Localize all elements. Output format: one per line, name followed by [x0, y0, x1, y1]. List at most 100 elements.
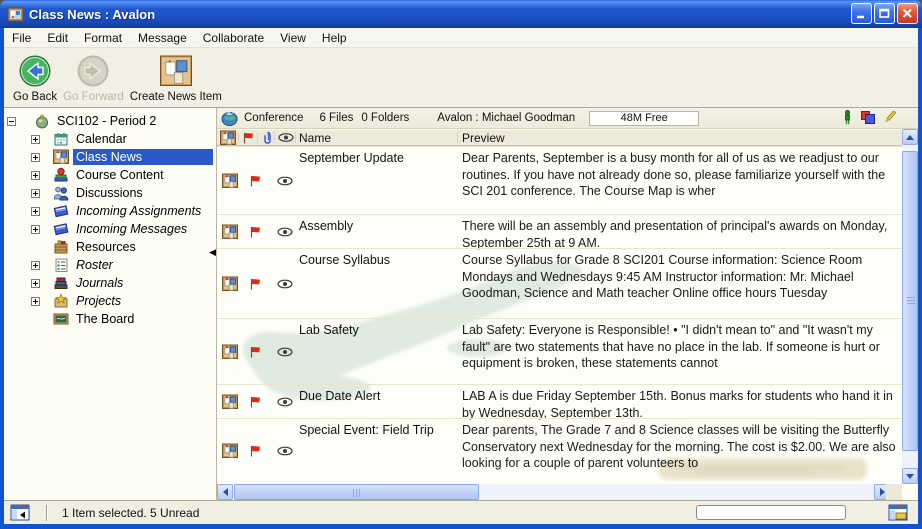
menu-file[interactable]: File: [4, 28, 39, 48]
expand-icon[interactable]: [31, 297, 40, 306]
scroll-down-icon[interactable]: [902, 468, 918, 484]
sidebar-item-calendar[interactable]: Calendar: [4, 130, 216, 148]
conference-server-user: Avalon : Michael Goodman: [437, 112, 575, 124]
expand-icon[interactable]: [31, 153, 40, 162]
news-row-lab-safety[interactable]: Lab SafetyLab Safety: Everyone is Respon…: [217, 318, 902, 384]
expand-icon[interactable]: [31, 261, 40, 270]
menu-message[interactable]: Message: [130, 28, 195, 48]
news-item-preview: Dear Parents, September is a busy month …: [462, 150, 898, 200]
app-window: Class News : Avalon FileEditFormatMessag…: [0, 0, 922, 529]
sidebar-item-resources[interactable]: Resources: [4, 238, 216, 256]
close-button[interactable]: [897, 3, 918, 24]
news-item-preview: There will be an assembly and presentati…: [462, 218, 898, 251]
scroll-up-icon[interactable]: [902, 129, 918, 145]
calendar-icon: [53, 131, 69, 147]
conference-folders-count: 0 Folders: [361, 112, 409, 124]
go-back-icon: [17, 52, 53, 90]
resources-icon: [53, 239, 69, 255]
sidebar-item-label: SCI102 - Period 2: [54, 113, 159, 129]
panel-toggle-icon[interactable]: [10, 504, 32, 521]
sidebar-item-label: Discussions: [73, 185, 146, 201]
column-name[interactable]: Name: [299, 130, 331, 145]
status-bar: 1 Item selected. 5 Unread: [4, 500, 918, 524]
menu-view[interactable]: View: [272, 28, 314, 48]
minimize-button[interactable]: [851, 3, 872, 24]
list-column-header: Name Preview: [217, 129, 902, 146]
menu-help[interactable]: Help: [314, 28, 355, 48]
scrollbar-corner: [886, 484, 902, 500]
status-divider: [46, 505, 48, 521]
vertical-scroll-thumb[interactable]: [902, 151, 918, 451]
news-item-icon[interactable]: [220, 130, 236, 145]
eye-icon: [277, 176, 293, 185]
free-space-indicator: 48M Free: [589, 111, 699, 126]
scroll-left-icon[interactable]: [217, 484, 233, 500]
horizontal-scrollbar[interactable]: [217, 484, 890, 500]
pencil-icon[interactable]: [884, 111, 896, 124]
sidebar-item-class-news[interactable]: Class News: [4, 148, 216, 166]
window-title: Class News : Avalon: [29, 7, 155, 22]
news-row-course-syllabus[interactable]: Course SyllabusCourse Syllabus for Grade…: [217, 248, 902, 318]
sidebar-item-label: The Board: [73, 311, 137, 327]
expander-spacer: [31, 243, 40, 252]
incoming-icon: [53, 203, 69, 219]
news-row-assembly[interactable]: AssemblyThere will be an assembly and pr…: [217, 214, 902, 248]
flag-icon[interactable]: [243, 130, 254, 145]
sidebar: SCI102 - Period 2 CalendarClass NewsCours…: [4, 108, 217, 500]
flag-icon: [250, 445, 261, 457]
expand-icon[interactable]: [31, 135, 40, 144]
layout-toggle-icon[interactable]: [888, 504, 910, 521]
sidebar-item-discussions[interactable]: Discussions: [4, 184, 216, 202]
news-row-september-update[interactable]: September Update Dear Parents, September …: [217, 146, 902, 214]
squares-icon[interactable]: [861, 111, 875, 124]
sidebar-item-incoming-messages[interactable]: Incoming Messages: [4, 220, 216, 238]
news-row-special-event-field-trip[interactable]: Special Event: Field TripDear parents, T…: [217, 418, 902, 483]
news-item-icon: [222, 173, 238, 189]
sidebar-item-sci102-period-2[interactable]: SCI102 - Period 2: [4, 112, 216, 130]
collapse-icon[interactable]: [7, 117, 16, 126]
splitter-collapse-icon[interactable]: ◀: [209, 248, 216, 257]
expand-icon[interactable]: [31, 279, 40, 288]
news-row-due-date-alert[interactable]: Due Date AlertLAB A is due Friday Septem…: [217, 384, 902, 418]
conference-files-count: 6 Files: [319, 112, 353, 124]
discussions-icon: [53, 185, 69, 201]
sidebar-item-label: Incoming Messages: [73, 221, 190, 237]
news-icon: [53, 149, 69, 165]
sidebar-item-incoming-assignments[interactable]: Incoming Assignments: [4, 202, 216, 220]
menu-format[interactable]: Format: [76, 28, 130, 48]
column-preview[interactable]: Preview: [462, 130, 505, 145]
menu-bar: FileEditFormatMessageCollaborateViewHelp: [4, 28, 918, 48]
title-bar[interactable]: Class News : Avalon: [0, 0, 922, 28]
maximize-button[interactable]: [874, 3, 895, 24]
expand-icon[interactable]: [31, 207, 40, 216]
news-item-name: September Update: [299, 150, 457, 166]
sidebar-item-the-board[interactable]: The Board: [4, 310, 216, 328]
sidebar-item-roster[interactable]: Roster: [4, 256, 216, 274]
status-text: 1 Item selected. 5 Unread: [62, 506, 199, 520]
expand-icon[interactable]: [31, 189, 40, 198]
board-icon: [53, 311, 69, 327]
horizontal-scroll-thumb[interactable]: [234, 484, 479, 500]
expand-icon[interactable]: [31, 225, 40, 234]
news-item-icon: [222, 344, 238, 360]
sidebar-item-projects[interactable]: Projects: [4, 292, 216, 310]
person-icon[interactable]: [843, 110, 852, 125]
paperclip-icon[interactable]: [263, 130, 272, 145]
flag-icon: [250, 396, 261, 408]
sidebar-item-label: Resources: [73, 239, 139, 255]
sidebar-item-journals[interactable]: Journals: [4, 274, 216, 292]
expand-icon[interactable]: [31, 171, 40, 180]
toolbar-button-label: Create News Item: [130, 91, 222, 103]
create-news-item-button[interactable]: Create News Item: [127, 48, 225, 103]
sidebar-item-course-content[interactable]: Course Content: [4, 166, 216, 184]
conference-label: Conference: [244, 112, 303, 124]
news-item-list: September Update Dear Parents, September …: [217, 146, 902, 484]
conference-info-bar: Conference 6 Files 0 Folders Avalon : Mi…: [217, 108, 918, 129]
go-back-button[interactable]: Go Back: [10, 48, 60, 103]
eye-icon[interactable]: [278, 130, 294, 145]
vertical-scrollbar[interactable]: [902, 129, 918, 484]
menu-collaborate[interactable]: Collaborate: [195, 28, 272, 48]
sidebar-item-label: Calendar: [73, 131, 130, 147]
menu-edit[interactable]: Edit: [39, 28, 76, 48]
flag-icon: [250, 346, 261, 358]
